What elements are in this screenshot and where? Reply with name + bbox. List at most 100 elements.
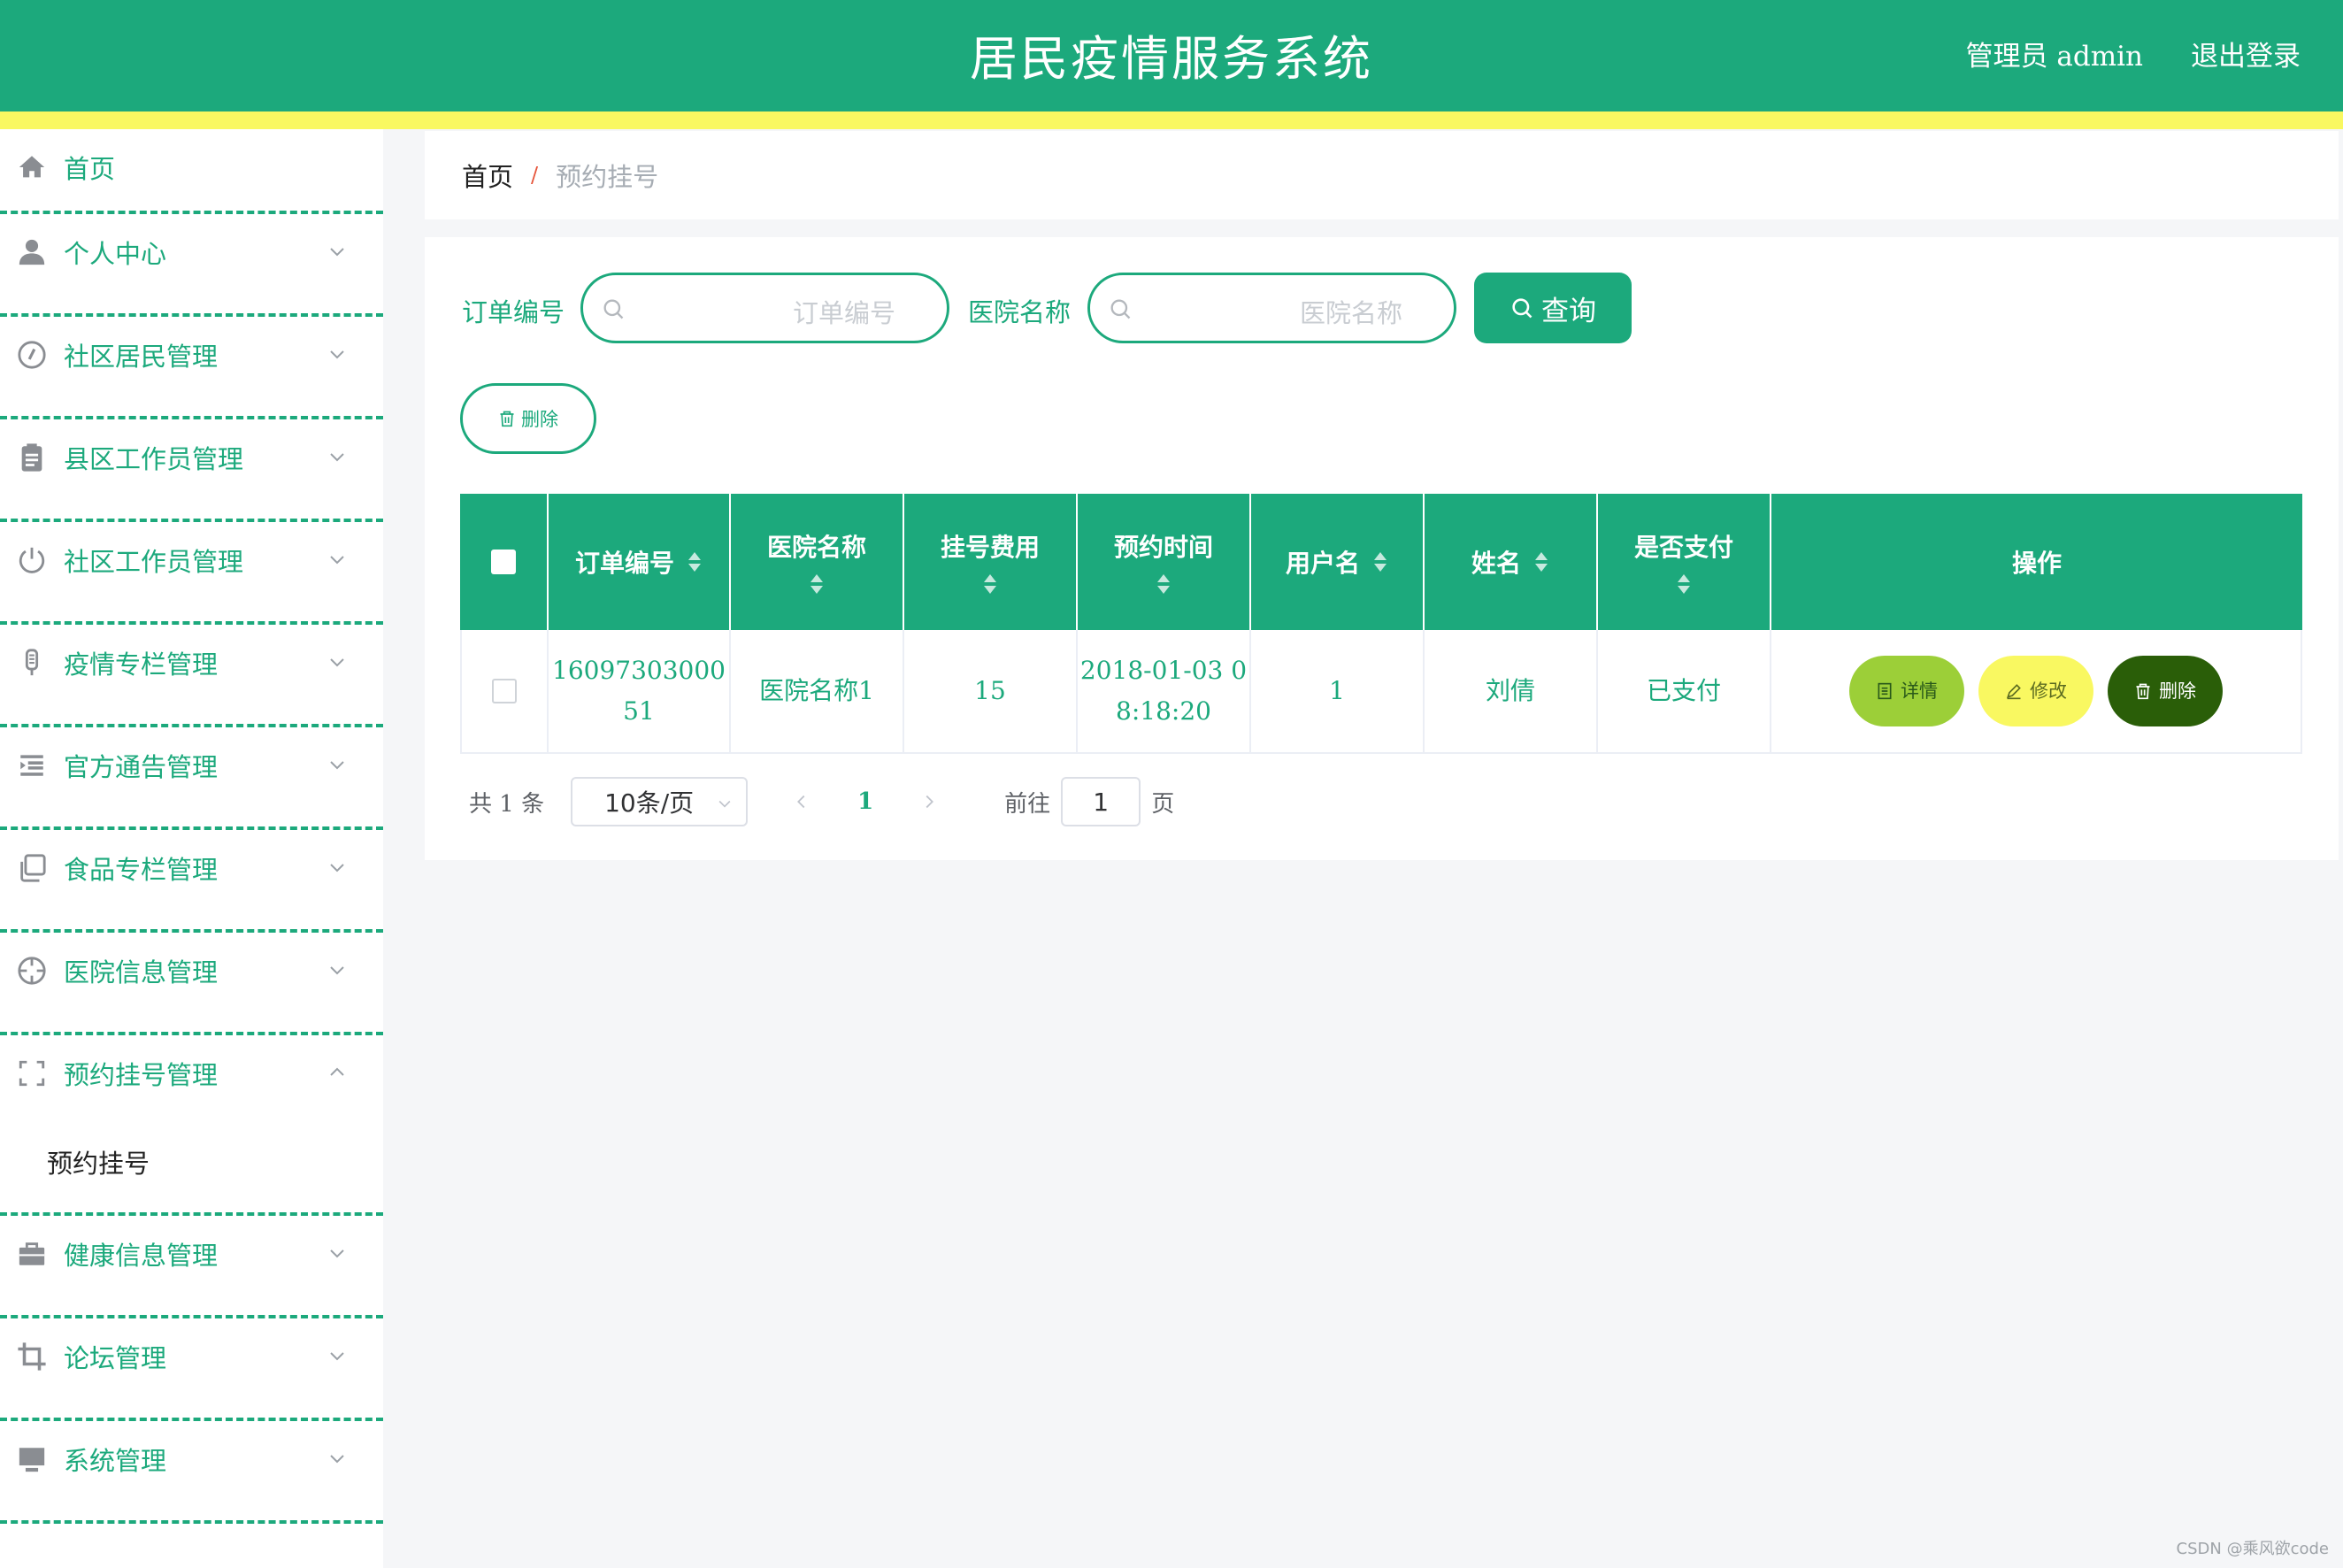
hospital-name-label: 医院名称 [968,297,1072,327]
edit-button-label: 修改 [2030,680,2067,702]
delete-button[interactable]: 删除 [2108,656,2223,726]
header-label: 是否支付 [1633,533,1733,562]
chevron-down-icon [326,651,348,673]
sidebar-item-label: 疫情专栏管理 [64,649,219,680]
chevron-up-icon [326,1062,348,1083]
sidebar-item-health-info-management[interactable]: 健康信息管理 [0,1216,383,1318]
cell-order-number: 16097303000 51 [549,630,731,752]
sidebar-item-appointment-management[interactable]: 预约挂号管理 [0,1035,383,1124]
header-label: 预约时间 [1113,533,1213,562]
appointment-table: 订单编号 医院名称 挂号费用 预约时间 用户名 姓名 是否支付 操作 16097… [460,494,2302,754]
breadcrumb-separator: / [531,163,539,188]
header-stripe [0,111,2343,129]
header-username[interactable]: 用户名 [1251,494,1425,630]
goto-page-input[interactable]: 1 [1061,777,1141,826]
search-icon [1108,296,1133,321]
select-all-checkbox[interactable] [491,550,516,574]
chevron-down-icon [716,795,734,812]
chevron-down-icon [326,1448,348,1469]
page-number[interactable]: 1 [857,788,873,815]
edit-button[interactable]: 修改 [1978,656,2093,726]
header-hospital-name[interactable]: 医院名称 [731,494,904,630]
sidebar-item-county-worker-management[interactable]: 县区工作员管理 [0,419,383,522]
hospital-name-input[interactable]: 医院名称 [1087,273,1456,343]
sidebar-item-label: 医院信息管理 [64,957,219,988]
breadcrumb-home[interactable]: 首页 [462,157,513,194]
header-label: 医院名称 [766,533,866,562]
breadcrumb-current: 预约挂号 [556,162,659,192]
sort-icon [1533,550,1549,573]
page-size-value: 10条/页 [604,788,695,818]
header-fee[interactable]: 挂号费用 [904,494,1078,630]
order-number-line2: 51 [623,696,655,726]
sort-icon [687,550,703,573]
hospital-name-placeholder: 医院名称 [1299,298,1402,328]
chevron-down-icon [326,241,348,262]
sidebar-item-food-column-management[interactable]: 食品专栏管理 [0,830,383,933]
time-line1: 2018-01-03 0 [1079,656,1248,685]
sidebar-item-label: 社区居民管理 [64,342,219,372]
trash-icon [498,410,516,427]
edit-icon [2005,682,2023,700]
cell-username: 1 [1251,630,1425,752]
sidebar-item-label: 个人中心 [64,239,167,269]
header-select-all [460,494,549,630]
sidebar: 首页 个人中心 社区居民管理 县区工作员管理 社区工作员管理 疫情专栏管理 官方… [0,129,383,1568]
cell-hospital-name: 医院名称1 [731,630,904,752]
sidebar-item-official-notice-management[interactable]: 官方通告管理 [0,727,383,830]
sidebar-item-label: 食品专栏管理 [64,855,219,885]
cell-fee: 15 [904,630,1078,752]
logout-link[interactable]: 退出登录 [2191,34,2301,73]
goto-label: 前往 [1004,790,1051,818]
sidebar-item-label: 健康信息管理 [64,1241,219,1271]
top-header: 居民疫情服务系统 管理员 admin 退出登录 [0,0,2343,111]
pagination-total: 共 1 条 [469,790,545,818]
sidebar-item-label: 官方通告管理 [64,752,219,782]
monitor-icon [17,1444,47,1474]
order-number-label: 订单编号 [462,297,565,327]
sidebar-item-resident-management[interactable]: 社区居民管理 [0,317,383,419]
batch-delete-button[interactable]: 删除 [460,383,596,454]
chevron-down-icon [326,1242,348,1264]
sidebar-item-epidemic-column-management[interactable]: 疫情专栏管理 [0,625,383,727]
document-icon [1876,682,1894,700]
list-indent-icon [17,750,47,780]
header-label: 挂号费用 [940,533,1040,562]
sidebar-item-system-management[interactable]: 系统管理 [0,1421,383,1524]
header-actions: 操作 [1771,494,2302,630]
query-button[interactable]: 查询 [1474,273,1632,343]
header-label: 操作 [2011,549,2062,578]
sidebar-item-personal-center[interactable]: 个人中心 [0,214,383,317]
detail-button[interactable]: 详情 [1849,656,1964,726]
briefcase-icon [17,1239,47,1269]
chevron-down-icon [326,343,348,365]
chevron-down-icon [326,959,348,980]
table-header: 订单编号 医院名称 挂号费用 预约时间 用户名 姓名 是否支付 操作 [460,494,2302,630]
chevron-down-icon [326,446,348,467]
time-line2: 8:18:20 [1116,696,1211,726]
sidebar-item-forum-management[interactable]: 论坛管理 [0,1318,383,1421]
sidebar-subitem-appointment[interactable]: 预约挂号 [0,1124,383,1212]
sidebar-item-label: 首页 [64,154,116,184]
row-checkbox[interactable] [492,679,517,703]
sidebar-group-appointment: 预约挂号管理 预约挂号 [0,1035,383,1216]
order-number-input[interactable]: 订单编号 [580,273,949,343]
sort-icon [982,573,998,596]
sidebar-item-home[interactable]: 首页 [0,129,383,214]
cell-appointment-time: 2018-01-03 0 8:18:20 [1078,630,1251,752]
delete-button-label: 删除 [2159,680,2196,702]
page-size-select[interactable]: 10条/页 [571,777,749,826]
sidebar-item-label: 论坛管理 [64,1343,167,1373]
thermometer-icon [17,648,47,678]
header-paid[interactable]: 是否支付 [1598,494,1771,630]
header-name[interactable]: 姓名 [1425,494,1598,630]
sidebar-item-community-worker-management[interactable]: 社区工作员管理 [0,522,383,625]
header-appointment-time[interactable]: 预约时间 [1078,494,1251,630]
header-order-number[interactable]: 订单编号 [549,494,731,630]
header-label: 用户名 [1285,549,1360,578]
header-label: 订单编号 [574,549,674,578]
sidebar-item-hospital-info-management[interactable]: 医院信息管理 [0,933,383,1035]
next-page-icon[interactable] [919,792,939,811]
prev-page-icon[interactable] [792,792,811,811]
admin-label: 管理员 admin [1965,41,2143,73]
